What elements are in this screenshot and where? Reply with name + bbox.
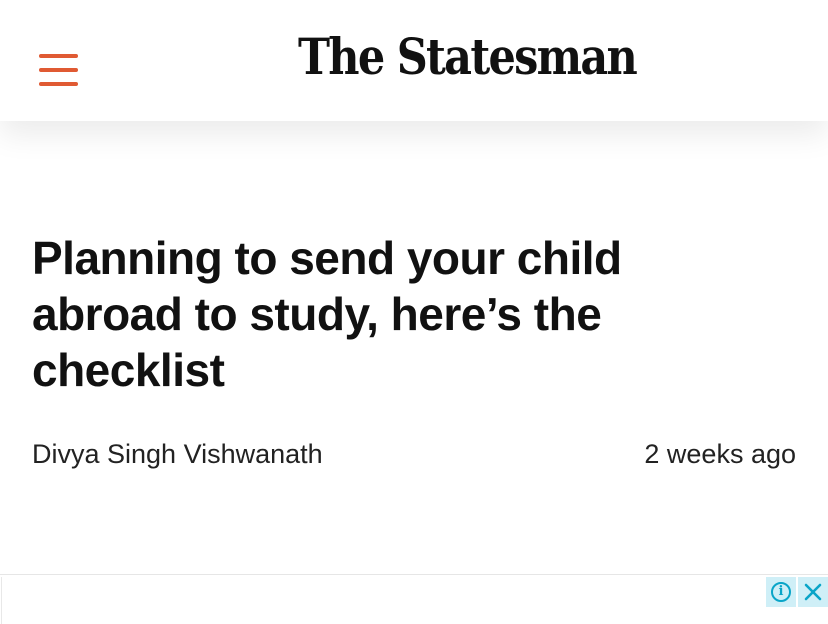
menu-line	[39, 54, 78, 58]
article-meta: Divya Singh Vishwanath 2 weeks ago	[32, 434, 796, 474]
ad-banner: i	[0, 574, 828, 624]
publish-time: 2 weeks ago	[644, 438, 796, 469]
hamburger-menu-icon[interactable]	[39, 52, 79, 90]
ad-controls: i	[766, 577, 828, 607]
info-icon[interactable]: i	[766, 577, 796, 607]
author-name[interactable]: Divya Singh Vishwanath	[32, 439, 323, 470]
article-headline: Planning to send your child abroad to st…	[32, 232, 622, 396]
site-logo[interactable]: The Statesman	[298, 24, 638, 90]
info-icon-glyph: i	[771, 582, 791, 602]
menu-line	[39, 82, 78, 86]
menu-line	[39, 68, 78, 72]
close-icon[interactable]	[798, 577, 828, 607]
close-icon-glyph	[804, 583, 822, 601]
site-header: The Statesman	[0, 0, 828, 121]
ad-frame: i	[1, 577, 828, 624]
